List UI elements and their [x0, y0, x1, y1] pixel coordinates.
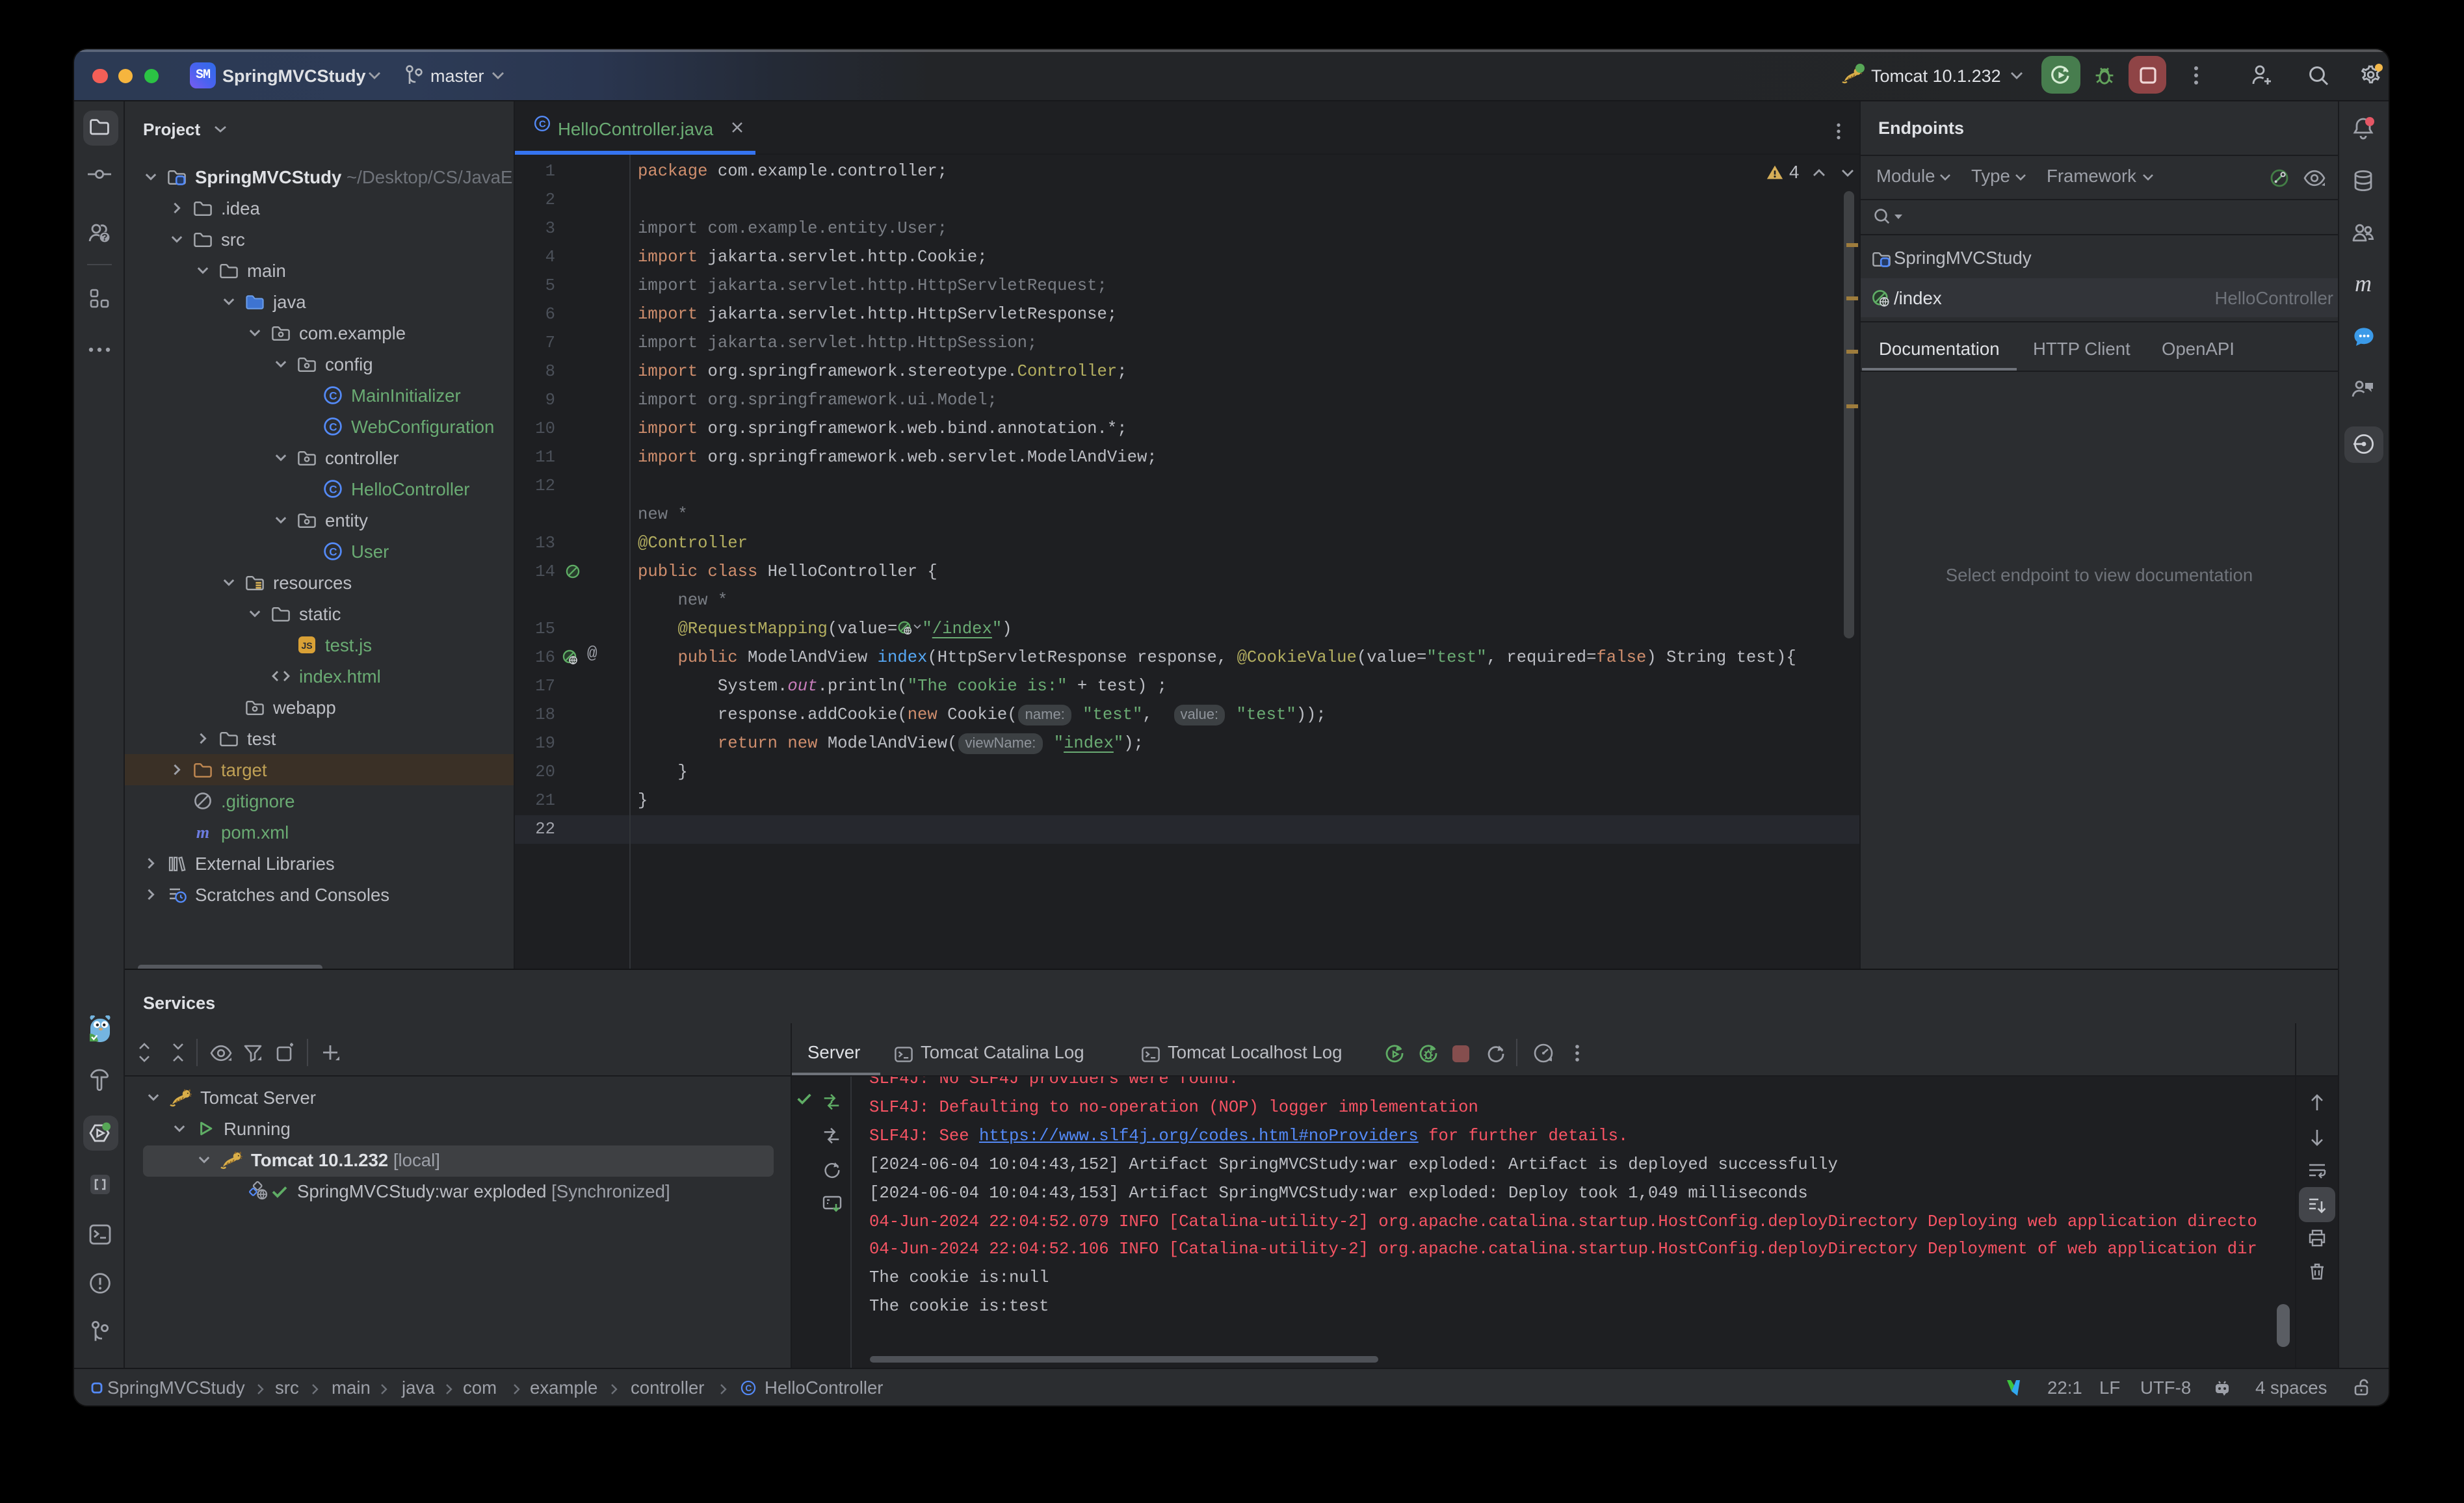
svg-text:m: m: [2355, 273, 2372, 295]
svg-text:?: ?: [101, 232, 107, 243]
